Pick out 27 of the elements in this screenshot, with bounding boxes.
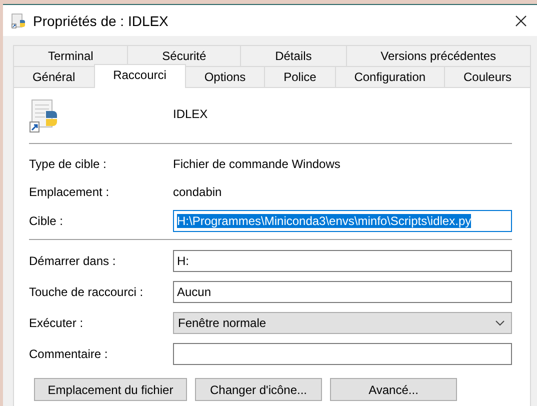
button[interactable]: Avancé...: [330, 378, 457, 401]
field-label: Démarrer dans :: [29, 254, 117, 268]
input-field[interactable]: [173, 343, 512, 365]
field-label: Type de cible :: [29, 156, 108, 170]
tab[interactable]: Couleurs: [444, 66, 531, 87]
field-label: Emplacement :: [29, 184, 110, 198]
field-value: condabin: [173, 184, 222, 198]
field-label: Exécuter :: [29, 316, 84, 330]
close-icon[interactable]: [515, 14, 527, 26]
shortcut-file-icon: [11, 12, 27, 28]
tab[interactable]: Versions précédentes: [346, 45, 531, 66]
chevron-icon: [495, 320, 505, 326]
field-value: Fichier de commande Windows: [173, 156, 340, 170]
tab[interactable]: Général: [13, 66, 95, 87]
field-label: Commentaire :: [29, 347, 109, 361]
input-field[interactable]: Aucun: [173, 281, 512, 303]
tab[interactable]: Terminal: [13, 45, 128, 66]
tab[interactable]: Raccourci: [94, 64, 186, 88]
button[interactable]: Changer d'icône...: [195, 378, 322, 401]
shortcut-name: IDLEX: [173, 107, 208, 121]
field-label: Cible :: [29, 214, 64, 228]
button[interactable]: Emplacement du fichier: [34, 378, 187, 401]
input-field[interactable]: H:: [173, 250, 512, 272]
window-title: Propriétés de : IDLEX: [33, 12, 170, 28]
field-label: Touche de raccourci :: [29, 285, 144, 299]
dropdown[interactable]: Fenêtre normale: [173, 312, 512, 334]
target-field[interactable]: H:\Programmes\Miniconda3\envs\minfo\Scripts\idlex.py: [173, 210, 512, 232]
